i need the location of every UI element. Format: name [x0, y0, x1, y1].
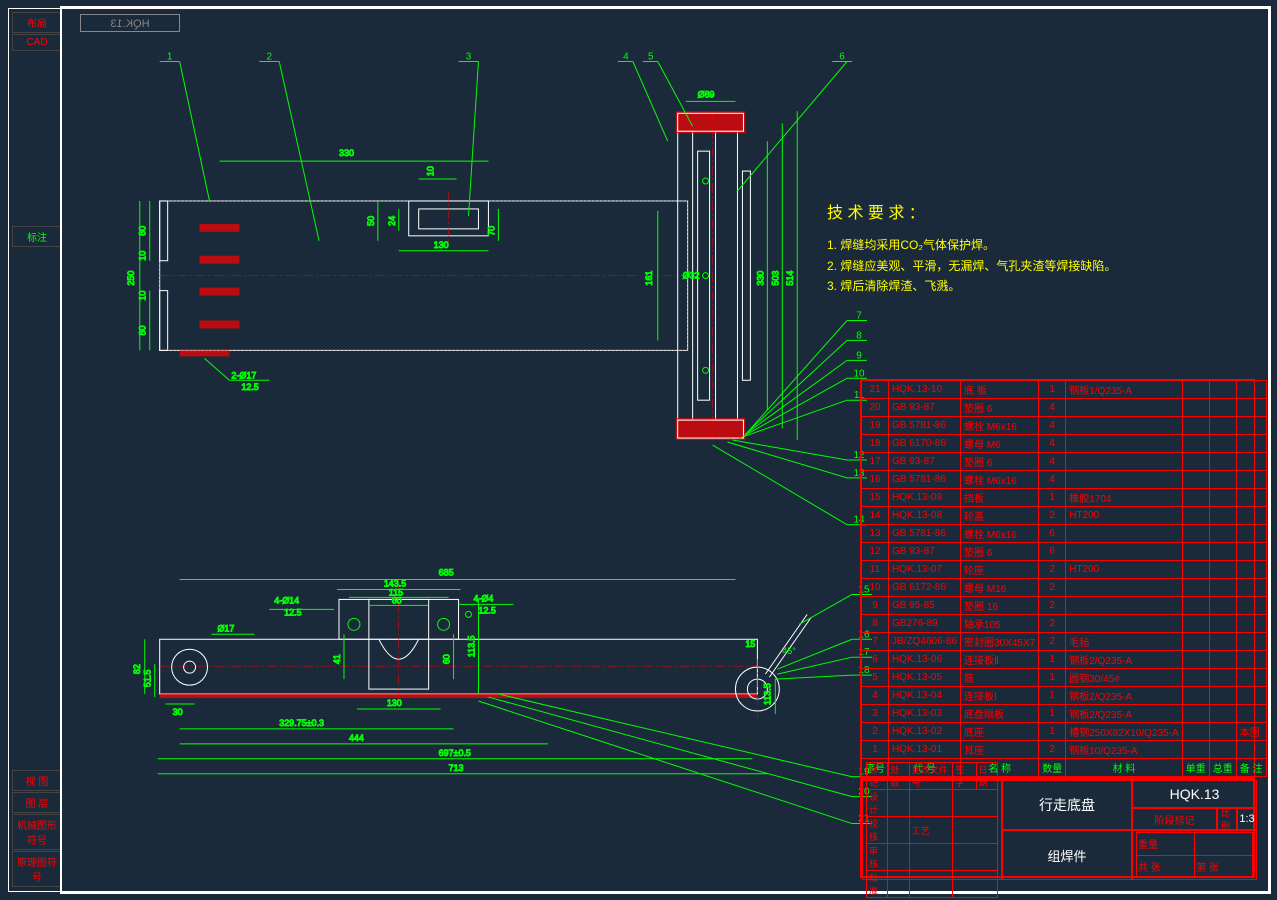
svg-text:514: 514 [785, 271, 795, 286]
svg-text:51.5: 51.5 [143, 670, 153, 687]
svg-text:10: 10 [138, 251, 148, 261]
svg-text:41: 41 [332, 654, 342, 664]
scale-value: 1:3 [1237, 808, 1257, 830]
svg-text:444: 444 [349, 733, 364, 743]
bom-table: 21HQK.13-10底 板1钢板1/Q235-A20GB 93-87垫圈 64… [860, 379, 1255, 778]
bom-row: 6HQK.13-06连接板Ⅱ1钢板2/Q235-A [862, 651, 1267, 669]
req-line: 2. 焊缝应美观、平滑，无漏焊、气孔夹渣等焊接缺陷。 [827, 256, 1127, 276]
svg-text:7: 7 [856, 311, 862, 322]
scale-label: 比例 [1217, 808, 1237, 830]
bom-row: 1HQK.13-01耳座2钢板10/Q235-A [862, 741, 1267, 759]
bom-row: 18GB 6170-86螺母 M64 [862, 435, 1267, 453]
svg-text:713: 713 [449, 763, 464, 773]
side-tab[interactable]: 视 图 [12, 770, 62, 791]
bom-row: 9GB 95-85垫圈 162 [862, 597, 1267, 615]
svg-text:8: 8 [856, 330, 862, 341]
svg-text:82: 82 [132, 664, 142, 674]
bom-row: 21HQK.13-10底 板1钢板1/Q235-A [862, 381, 1267, 399]
svg-text:130: 130 [434, 240, 449, 250]
svg-text:10: 10 [853, 368, 865, 379]
bom-row: 4HQK.13-04连接板Ⅰ1钢板2/Q235-A [862, 687, 1267, 705]
side-tab[interactable]: CAD [12, 34, 62, 51]
side-tab[interactable]: 图 层 [12, 792, 62, 813]
svg-text:70: 70 [486, 226, 496, 236]
bom-row: 7JB/ZQ4606-86密封圈30X45X72毛毡 [862, 633, 1267, 651]
bom-row: 5HQK.13-05筋1圆钢30/45# [862, 669, 1267, 687]
svg-text:12.5: 12.5 [478, 605, 495, 615]
mirrored-title: HQK.13 [80, 14, 180, 32]
bom-row: 19GB 5781-86螺栓 M6x164 [862, 417, 1267, 435]
svg-text:503: 503 [770, 271, 780, 286]
bom-row: 2HQK.13-02底座1槽钢250X82X10/Q235-A本图 [862, 723, 1267, 741]
technical-requirements: 技 术 要 求 ： 1. 焊缝均采用CO₂气体保护焊。 2. 焊缝应美观、平滑，… [827, 200, 1127, 296]
side-tab[interactable]: 原理图符号 [12, 851, 62, 887]
svg-text:130: 130 [387, 698, 402, 708]
svg-text:9: 9 [856, 350, 862, 361]
svg-text:Ø89: Ø89 [698, 89, 715, 99]
bom-row: 20GB 93-87垫圈 64 [862, 399, 1267, 417]
svg-text:12.5: 12.5 [284, 607, 301, 617]
svg-text:45°: 45° [782, 646, 796, 656]
svg-text:329.75±0.3: 329.75±0.3 [279, 718, 324, 728]
req-line: 1. 焊缝均采用CO₂气体保护焊。 [827, 235, 1127, 255]
bom-row: 3HQK.13-03底盘隔板1钢板2/Q235-A [862, 705, 1267, 723]
svg-text:3: 3 [466, 52, 472, 63]
svg-text:685: 685 [439, 568, 454, 578]
svg-text:330: 330 [755, 271, 765, 286]
svg-text:Ø32: Ø32 [683, 271, 700, 281]
svg-text:2-Ø17: 2-Ø17 [231, 370, 256, 380]
svg-text:15: 15 [745, 639, 755, 649]
stage-marks: 阶段标记 [1132, 808, 1217, 830]
svg-text:10: 10 [138, 291, 148, 301]
bom-row: 16GB 5781-86螺栓 M6x164 [862, 471, 1267, 489]
drawing-canvas[interactable]: 330 10 50 24 70 130 250 80 10 10 80 2-Ø1… [80, 40, 857, 860]
req-line: 3. 焊后清除焊渣、飞溅。 [827, 276, 1127, 296]
svg-text:4-Ø14: 4-Ø14 [274, 595, 299, 605]
svg-text:250: 250 [126, 271, 136, 286]
svg-text:330: 330 [339, 148, 354, 158]
svg-text:24: 24 [387, 216, 397, 226]
svg-text:Ø17: Ø17 [217, 623, 234, 633]
bom-row: 17GB 93-87垫圈 64 [862, 453, 1267, 471]
svg-text:80: 80 [138, 325, 148, 335]
bom-row: 13GB 5781-86螺栓 M6x166 [862, 525, 1267, 543]
svg-text:697±0.5: 697±0.5 [439, 748, 471, 758]
side-panel: 布局 CAD 标注 视 图 图 层 机械图形符号 原理图符号 [12, 12, 62, 888]
bom-row: 11HQK.13-07轮座2HT200 [862, 561, 1267, 579]
signature-grid: 标记处数更改文件号签 字日期 设计 校核工艺 审核 批准 [862, 780, 1002, 880]
balloons-right: 7 8 9 10 11 12 13 14 [713, 311, 867, 526]
side-tab[interactable]: 布局 [12, 12, 62, 33]
sheet-info: 重量 共 张第 张 [1132, 830, 1257, 880]
svg-text:5: 5 [648, 52, 654, 63]
svg-text:1: 1 [167, 52, 173, 63]
svg-text:113.5: 113.5 [466, 635, 476, 657]
balloons-top: 1 2 3 4 5 6 [160, 52, 852, 241]
svg-text:4: 4 [623, 52, 629, 63]
bom-row: 14HQK.13-08轮盖2HT200 [862, 507, 1267, 525]
svg-text:30: 30 [173, 707, 183, 717]
svg-text:4-Ø4: 4-Ø4 [473, 593, 493, 603]
svg-text:10: 10 [426, 166, 436, 176]
bom-row: 15HQK.13-09挡板1橡胶1704 [862, 489, 1267, 507]
side-tab[interactable]: 机械图形符号 [12, 814, 62, 850]
drawing-code: HQK.13 [1132, 780, 1257, 808]
svg-text:6: 6 [839, 52, 845, 63]
bom-row: 8GB276-89轴承1052 [862, 615, 1267, 633]
svg-text:50: 50 [366, 216, 376, 226]
svg-text:2: 2 [266, 52, 272, 63]
req-title: 技 术 要 求 ： [827, 200, 1127, 227]
svg-text:113.5: 113.5 [762, 683, 772, 705]
drawing-title: 行走底盘 [1002, 780, 1132, 830]
title-block: 标记处数更改文件号签 字日期 设计 校核工艺 审核 批准 行走底盘 组焊件 HQ… [860, 778, 1255, 878]
bom-row: 12GB 93-87垫圈 66 [862, 543, 1267, 561]
svg-text:80: 80 [138, 226, 148, 236]
svg-text:60: 60 [392, 595, 402, 605]
bom-row: 10GB 6172-86螺母 M162 [862, 579, 1267, 597]
drawing-type: 组焊件 [1002, 830, 1132, 880]
balloons-low: 15 16 17 18 19 20 21 [478, 584, 871, 824]
side-tab[interactable]: 标注 [12, 226, 62, 247]
svg-text:12.5: 12.5 [241, 382, 258, 392]
svg-text:60: 60 [442, 654, 452, 664]
svg-text:161: 161 [644, 271, 654, 286]
